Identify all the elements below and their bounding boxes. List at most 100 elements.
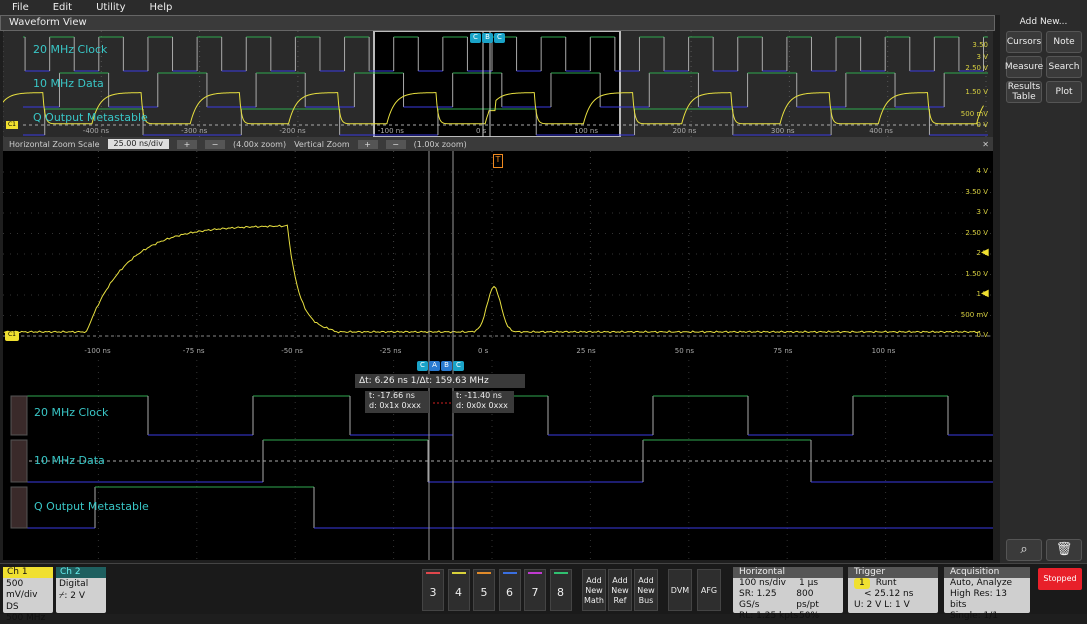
ch1-scale: 500 mV/div	[6, 579, 38, 600]
analog-time-tick: 25 ns	[576, 347, 596, 355]
channel-5-button[interactable]: 5	[473, 569, 495, 611]
v-zoom-label: Vertical Zoom	[294, 139, 350, 149]
analog-zoom-pane[interactable]: -100 ns -75 ns -50 ns -25 ns 0 s 25 ns 50 ns 75…	[3, 151, 993, 360]
analog-volt-tick: 500 mV	[960, 310, 988, 319]
digital-zoom-pane[interactable]: 20 MHz Clock 10 MHz Data Q Output Metast…	[3, 360, 993, 560]
overview-time-tick: 100 ns	[574, 127, 598, 135]
channel-color-bar	[502, 572, 517, 574]
channel-button-label: 5	[480, 586, 488, 599]
overview-time-tick: -100 ns	[377, 127, 404, 135]
cursor-tag[interactable]: A	[429, 361, 440, 371]
ch1-badge[interactable]: Ch 1 500 mV/div DS 500 MHz	[3, 567, 53, 623]
channel-3-button[interactable]: 3	[422, 569, 444, 611]
results-table-button[interactable]: Results Table	[1006, 81, 1042, 103]
analog-volt-tick: 3 V	[976, 208, 988, 216]
overview-time-tick: -200 ns	[279, 127, 306, 135]
menu-utility[interactable]: Utility	[84, 0, 137, 15]
menu-edit[interactable]: Edit	[41, 0, 84, 15]
ch2-threshold: ⌿: 2 V	[59, 591, 86, 601]
overview-volt-tick: 1.50 V	[965, 88, 988, 96]
menu-help[interactable]: Help	[138, 0, 185, 15]
trigger-level-arrow-icon[interactable]: ◀	[981, 288, 989, 299]
acq-count: Single: 1/1	[950, 611, 999, 621]
h-zoom-out-button[interactable]: −	[204, 139, 225, 149]
analog-time-tick: -75 ns	[182, 347, 205, 355]
channel-8-button[interactable]: 8	[549, 569, 572, 611]
cursor-tag[interactable]: C	[417, 361, 428, 371]
v-zoom-factor: (1.00x zoom)	[413, 139, 467, 149]
overview-volt-tick: 0 V	[976, 121, 988, 129]
analog-waveform	[3, 151, 993, 360]
cursor-b-data: d: 0x0x 0xxx	[456, 401, 508, 410]
dvm-button[interactable]: DVM	[668, 569, 692, 611]
close-zoom-icon[interactable]: ✕	[982, 140, 989, 149]
zoom-bar: Horizontal Zoom Scale 25.00 ns/div + − (…	[3, 137, 993, 151]
trash-icon[interactable]: 🗑	[1046, 539, 1082, 561]
cursor-tag[interactable]: B	[441, 361, 452, 371]
channel-6-button[interactable]: 6	[498, 569, 521, 611]
ch1-coupling: DS	[6, 602, 19, 612]
trigger-panel[interactable]: Trigger 1 Runt < 25.12 ns U: 2 V L: 1 V	[848, 567, 938, 613]
horizontal-title: Horizontal	[733, 567, 843, 578]
cursor-tag[interactable]: C	[453, 361, 464, 371]
search-button[interactable]: Search	[1046, 56, 1082, 78]
add-new-panel: Add New... Cursors Note Measure Search R…	[1000, 15, 1087, 563]
channel-button-label: 6	[506, 586, 513, 599]
add-new-ref-button[interactable]: Add New Ref	[608, 569, 632, 611]
h-zoom-in-button[interactable]: +	[176, 139, 197, 149]
h-zoom-label: Horizontal Zoom Scale	[9, 139, 100, 149]
acquisition-title: Acquisition	[944, 567, 1030, 578]
trigger-position-marker[interactable]: T	[493, 154, 503, 168]
note-button[interactable]: Note	[1046, 31, 1082, 53]
analog-time-tick: -50 ns	[281, 347, 303, 355]
cursors-button[interactable]: Cursors	[1006, 31, 1042, 53]
h-record-time: 1 µs	[799, 578, 819, 588]
menu-bar: File Edit Utility Help	[0, 0, 1087, 15]
overview-cursor-tag[interactable]: C	[470, 33, 481, 43]
v-zoom-in-button[interactable]: +	[357, 139, 378, 149]
analog-volt-tick: 4 V	[976, 167, 988, 175]
afg-button[interactable]: AFG	[697, 569, 721, 611]
zoom-window-box	[373, 30, 621, 138]
channel-button-label: 8	[557, 586, 564, 599]
channel-button-label: 7	[531, 586, 539, 599]
channel-4-button[interactable]: 4	[447, 569, 470, 611]
zoom-icon[interactable]: ⌕	[1006, 539, 1042, 561]
trigger-type: Runt	[875, 578, 897, 588]
channel-7-button[interactable]: 7	[524, 569, 546, 611]
overview-cursor-tag[interactable]: C	[494, 33, 505, 43]
channel-color-bar	[477, 572, 491, 574]
add-new-bus-button[interactable]: Add New Bus	[634, 569, 658, 611]
h-resolution: 800 ps/pt	[796, 589, 819, 610]
h-sample-rate: SR: 1.25 GS/s	[739, 589, 777, 610]
ch2-badge[interactable]: Ch 2 Digital ⌿: 2 V	[56, 567, 106, 613]
channel-color-bar	[528, 572, 542, 574]
overview-label-clock: 20 MHz Clock	[33, 43, 108, 56]
overview-label-data: 10 MHz Data	[33, 77, 104, 90]
overview-time-tick: 0 s	[476, 127, 487, 135]
channel-button-label: 4	[455, 586, 462, 599]
overview-cursor-tag[interactable]: B	[482, 33, 493, 43]
overview-pane[interactable]: 20 MHz Clock 10 MHz Data Q Output Metast…	[0, 30, 993, 138]
overview-ch1-marker: C1	[6, 121, 18, 129]
measure-button[interactable]: Measure	[1005, 56, 1043, 78]
acquisition-panel[interactable]: Acquisition Auto, Analyze High Res: 13 b…	[944, 567, 1030, 621]
run-stop-button[interactable]: Stopped	[1038, 568, 1082, 590]
h-record-length: RL: 1.25 kpts	[739, 611, 799, 621]
cursor-a-time: t: -17.66 ns	[369, 391, 415, 400]
digital-channel-handle	[10, 439, 28, 483]
menu-file[interactable]: File	[0, 0, 41, 15]
horizontal-panel[interactable]: Horizontal 100 ns/div 1 µs SR: 1.25 GS/s 8…	[733, 567, 843, 621]
channel-color-bar	[426, 572, 440, 574]
digital-channel-handle	[10, 486, 28, 529]
analog-time-tick: -100 ns	[84, 347, 111, 355]
add-new-math-button[interactable]: Add New Math	[582, 569, 606, 611]
v-zoom-out-button[interactable]: −	[385, 139, 406, 149]
trigger-level-arrow-icon[interactable]: ◀	[981, 247, 989, 258]
h-zoom-scale-input[interactable]: 25.00 ns/div	[107, 139, 169, 149]
analog-time-tick: 75 ns	[773, 347, 793, 355]
ch1-ground-marker[interactable]: C1	[5, 331, 19, 341]
add-new-title: Add New...	[1019, 17, 1068, 27]
digital-label-clock: 20 MHz Clock	[34, 406, 109, 419]
plot-button[interactable]: Plot	[1046, 81, 1082, 103]
